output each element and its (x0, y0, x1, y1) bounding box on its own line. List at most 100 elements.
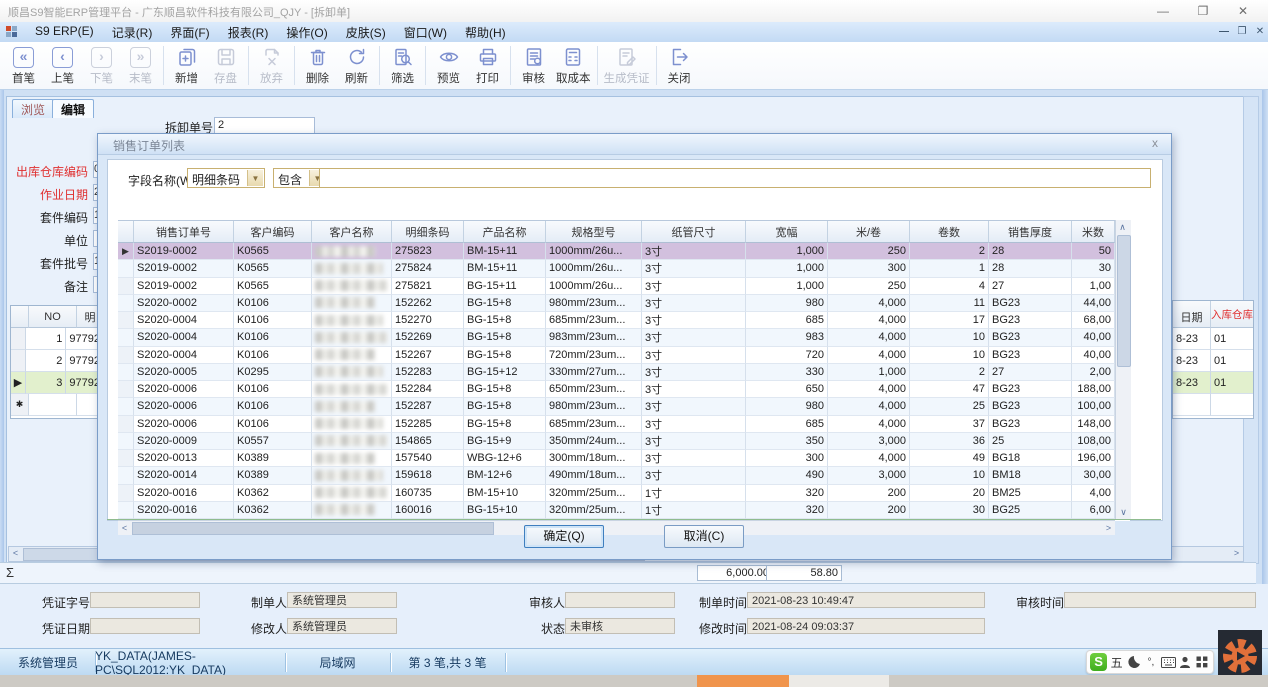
row-selector[interactable] (118, 260, 134, 277)
row-selector[interactable] (118, 485, 134, 502)
table-row[interactable]: ▶397792 (11, 372, 103, 394)
column-header-米/卷[interactable]: 米/卷 (828, 221, 910, 243)
grid-horizontal-scrollbar[interactable]: < > (118, 520, 1115, 535)
filter-field-select[interactable]: 明细条码 ▼ (187, 168, 265, 188)
table-row[interactable]: S2020-0004K0106152270BG-15+8685mm/23um..… (118, 312, 1130, 329)
table-row[interactable]: S2019-0002K0565275824BM-15+111000mm/26u.… (118, 260, 1130, 277)
toolbar-button-刷新[interactable]: 刷新 (337, 42, 376, 89)
table-row[interactable]: S2020-0006K0106152287BG-15+8980mm/23um..… (118, 398, 1130, 415)
column-header-销售厚度[interactable]: 销售厚度 (989, 221, 1072, 243)
row-selector[interactable] (118, 450, 134, 467)
table-row[interactable]: ▶S2019-0002K0565275823BM-15+111000mm/26u… (118, 243, 1130, 260)
filter-text-input[interactable] (319, 168, 1151, 188)
menu-item-1[interactable]: 记录(R) (103, 22, 162, 43)
column-header-客户名称[interactable]: 客户名称 (312, 221, 392, 243)
row-selector[interactable] (118, 467, 134, 484)
scrollbar-thumb[interactable] (1117, 235, 1131, 367)
toolbar-button-筛选[interactable]: 筛选 (383, 42, 422, 89)
menu-item-7[interactable]: 帮助(H) (456, 22, 515, 43)
taskbar-button[interactable] (789, 675, 889, 687)
row-selector[interactable] (118, 398, 134, 415)
table-row[interactable]: 297792 (11, 350, 103, 372)
table-row[interactable]: S2020-0016K0362160735BM-15+10320mm/25um.… (118, 485, 1130, 502)
dialog-close-icon[interactable]: x (1147, 136, 1163, 150)
row-selector[interactable] (118, 502, 134, 519)
column-header-纸管尺寸[interactable]: 纸管尺寸 (642, 221, 746, 243)
row-selector[interactable] (11, 328, 26, 350)
table-row[interactable]: S2020-0006K0106152285BG-15+8685mm/23um..… (118, 416, 1130, 433)
row-selector[interactable] (118, 433, 134, 450)
row-selector[interactable] (118, 364, 134, 381)
maximize-icon[interactable]: ❐ (1188, 2, 1218, 20)
ok-button[interactable]: 确定(Q) (524, 525, 604, 548)
scroll-left-icon[interactable]: < (9, 547, 22, 560)
input-method-toolbar[interactable]: S 五 °, (1086, 650, 1214, 674)
table-row[interactable]: S2020-0004K0106152267BG-15+8720mm/23um..… (118, 347, 1130, 364)
column-header-客户编码[interactable]: 客户编码 (234, 221, 312, 243)
toolbar-button-关闭[interactable]: 关闭 (660, 42, 699, 89)
dialog-title-bar[interactable]: 销售订单列表 x (98, 134, 1171, 155)
table-row[interactable]: 8-2301 (1173, 350, 1253, 372)
column-header-卷数[interactable]: 卷数 (910, 221, 989, 243)
scroll-right-icon[interactable]: > (1230, 547, 1243, 560)
row-selector[interactable] (118, 295, 134, 312)
toolbar-button-打印[interactable]: 打印 (468, 42, 507, 89)
scrollbar-thumb[interactable] (132, 522, 494, 535)
mdi-close-icon[interactable]: ✕ (1252, 25, 1268, 39)
order-no-field[interactable]: 2 (214, 117, 315, 134)
toolbar-button-取成本[interactable]: 取成本 (553, 42, 594, 89)
toolbar-button-删除[interactable]: 删除 (298, 42, 337, 89)
column-header-明细条码[interactable]: 明细条码 (392, 221, 464, 243)
column-header-产品名称[interactable]: 产品名称 (464, 221, 546, 243)
user-icon[interactable] (1178, 653, 1193, 671)
table-row[interactable]: S2020-0006K0106152284BG-15+8650mm/23um..… (118, 381, 1130, 398)
toolbar-button-审核[interactable]: 审核 (514, 42, 553, 89)
toolbar-button-首笔[interactable]: «首笔 (4, 42, 43, 89)
menu-item-5[interactable]: 皮肤(S) (337, 22, 395, 43)
column-header-米数[interactable]: 米数 (1072, 221, 1115, 243)
table-row[interactable]: S2019-0002K0565275821BG-15+111000mm/26u.… (118, 278, 1130, 295)
toolbox-grid-icon[interactable] (1195, 653, 1210, 671)
table-row[interactable]: S2020-0002K0106152262BG-15+8980mm/23um..… (118, 295, 1130, 312)
table-row[interactable]: S2020-0013K0389157540WBG-12+6300mm/18um.… (118, 450, 1130, 467)
mdi-restore-icon[interactable]: ❐ (1234, 25, 1250, 39)
toolbar-button-上笔[interactable]: ‹上笔 (43, 42, 82, 89)
taskbar-active-button[interactable] (697, 675, 789, 687)
row-selector[interactable] (118, 416, 134, 433)
row-selector[interactable] (118, 278, 134, 295)
row-selector[interactable] (11, 350, 26, 372)
row-selector[interactable] (118, 312, 134, 329)
table-row[interactable]: S2020-0014K0389159618BM-12+6490mm/18um..… (118, 467, 1130, 484)
sogou-logo-icon[interactable]: S (1090, 653, 1107, 671)
column-header-规格型号[interactable]: 规格型号 (546, 221, 642, 243)
menu-item-3[interactable]: 报表(R) (219, 22, 278, 43)
menu-item-4[interactable]: 操作(O) (277, 22, 336, 43)
table-row[interactable]: S2020-0005K0295152283BG-15+12330mm/27um.… (118, 364, 1130, 381)
table-row[interactable]: 8-2301 (1173, 372, 1253, 394)
row-selector[interactable] (118, 329, 134, 346)
mdi-minimize-icon[interactable]: — (1216, 25, 1232, 39)
row-selector[interactable]: ▶ (118, 243, 134, 260)
toolbar-button-新增[interactable]: 新增 (167, 42, 206, 89)
cancel-button[interactable]: 取消(C) (664, 525, 744, 548)
scroll-right-icon[interactable]: > (1102, 522, 1115, 535)
close-icon[interactable]: ✕ (1228, 2, 1258, 20)
toolbar-button-预览[interactable]: 预览 (429, 42, 468, 89)
wubi-mode-icon[interactable]: 五 (1109, 653, 1124, 671)
scroll-left-icon[interactable]: < (118, 522, 131, 535)
sales-order-grid[interactable]: 销售订单号客户编码客户名称明细条码产品名称规格型号纸管尺寸宽幅米/卷卷数销售厚度… (118, 220, 1130, 521)
table-row[interactable]: ✱ (11, 394, 103, 416)
keyboard-icon[interactable] (1161, 653, 1176, 671)
scroll-up-icon[interactable]: ∧ (1116, 221, 1129, 234)
moon-icon[interactable] (1126, 653, 1141, 671)
column-header-销售订单号[interactable]: 销售订单号 (134, 221, 234, 243)
row-selector[interactable]: ✱ (11, 394, 29, 416)
table-row[interactable]: S2020-0009K0557154865BG-15+9350mm/24um..… (118, 433, 1130, 450)
table-row[interactable]: 197792 (11, 328, 103, 350)
row-selector[interactable] (118, 381, 134, 398)
punctuation-icon[interactable]: °, (1143, 653, 1158, 671)
row-selector[interactable]: ▶ (11, 372, 26, 394)
table-row[interactable]: S2020-0004K0106152269BG-15+8983mm/23um..… (118, 329, 1130, 346)
table-row[interactable]: 8-2301 (1173, 328, 1253, 350)
table-row[interactable]: S2020-0016K0362160016BG-15+10320mm/25um.… (118, 502, 1130, 519)
